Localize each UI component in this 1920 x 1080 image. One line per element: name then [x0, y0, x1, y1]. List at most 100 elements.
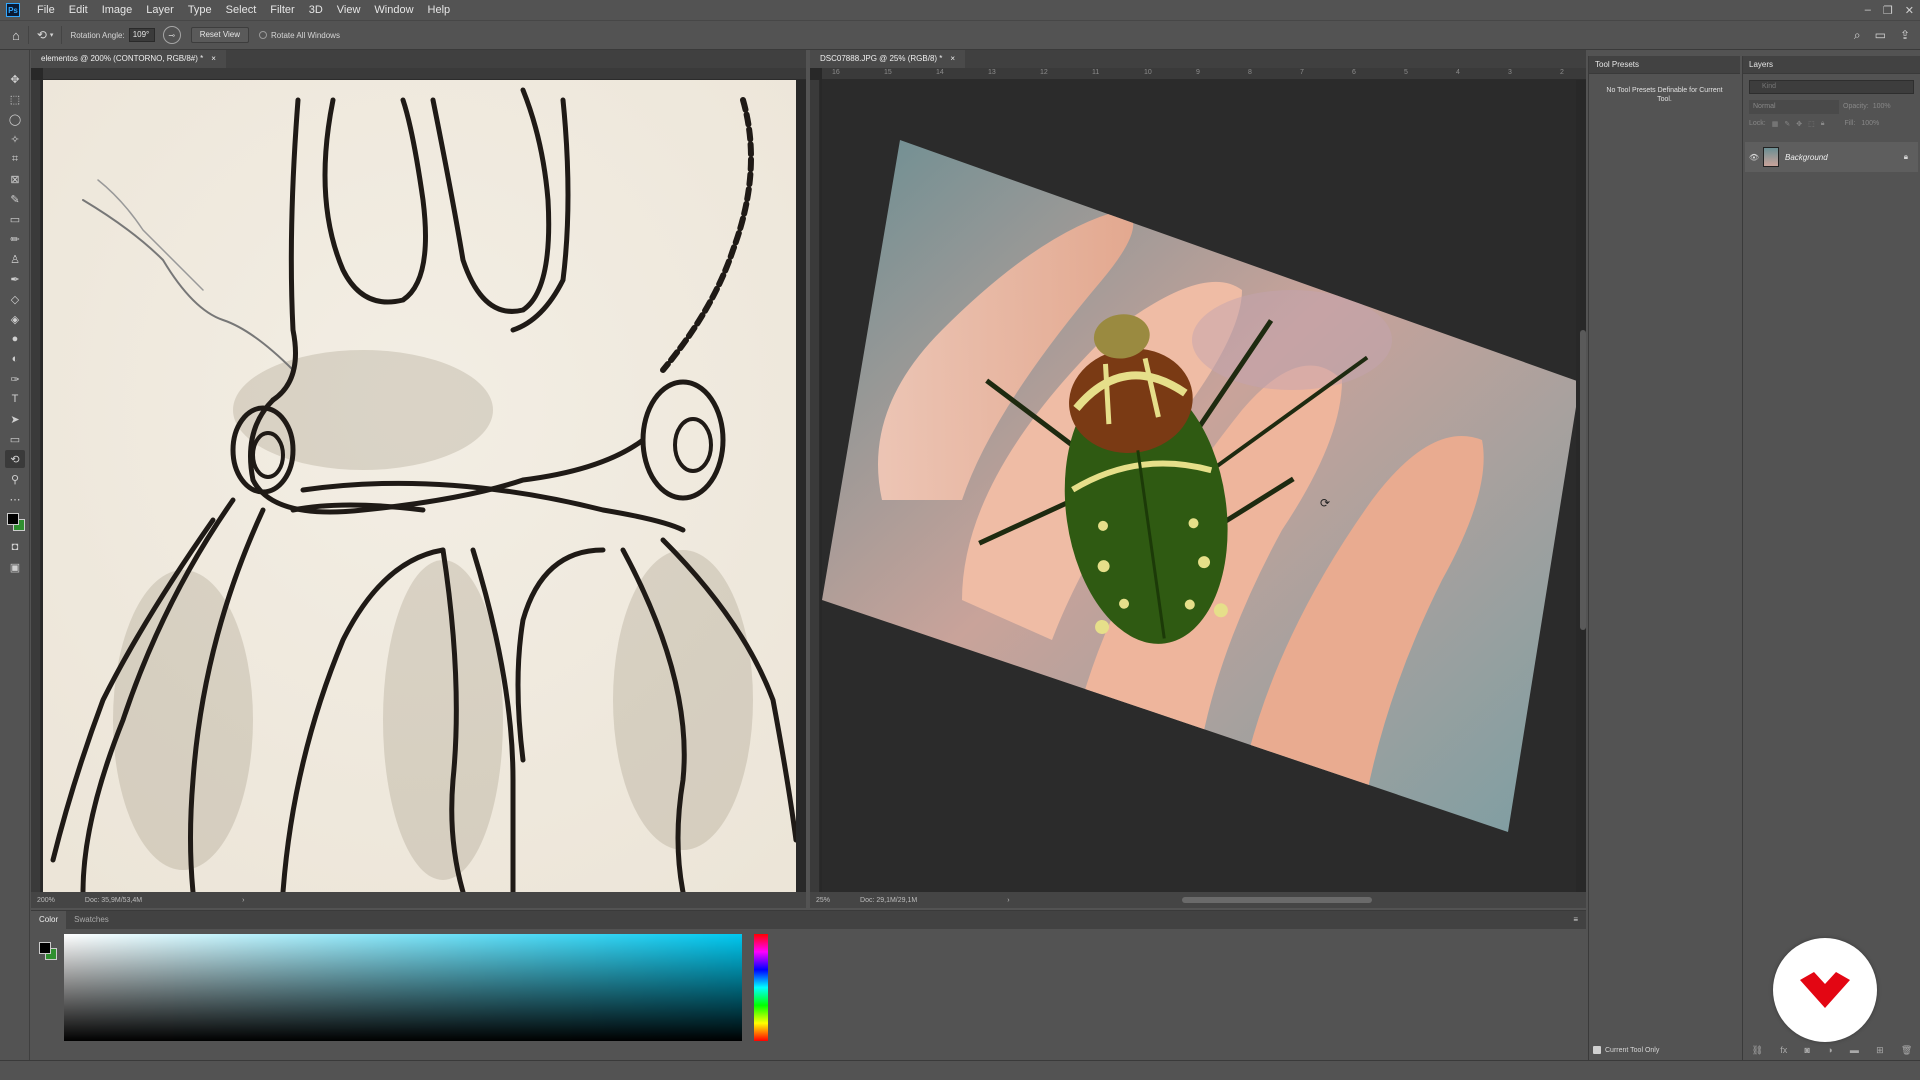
crop-tool-icon[interactable]: ⌗	[5, 150, 25, 168]
horizontal-scrollbar[interactable]	[1182, 897, 1372, 903]
sketch-canvas[interactable]	[43, 80, 796, 892]
color-field[interactable]	[64, 934, 742, 1041]
gradient-tool-icon[interactable]: ◈	[5, 310, 25, 328]
blur-tool-icon[interactable]: ●	[5, 330, 25, 348]
link-icon[interactable]: ⛓	[1752, 1045, 1763, 1056]
color-fg-bg-icon[interactable]	[37, 939, 59, 963]
tab-color[interactable]: Color	[31, 911, 67, 929]
rotate-all-windows-checkbox[interactable]: Rotate All Windows	[259, 31, 340, 40]
foreground-color-swatch[interactable]	[7, 513, 19, 525]
chevron-right-icon[interactable]: ›	[1007, 897, 1009, 904]
close-icon[interactable]: ×	[950, 50, 955, 68]
close-icon[interactable]: ×	[211, 50, 216, 68]
rectangle-tool-icon[interactable]: ▭	[5, 430, 25, 448]
layer-row-background[interactable]: 👁︎ Background 🔒︎	[1745, 142, 1918, 172]
fill-value[interactable]: 100%	[1861, 120, 1879, 128]
mask-icon[interactable]: ◙	[1805, 1045, 1810, 1056]
fx-icon[interactable]: fx	[1780, 1045, 1787, 1056]
lock-paint-icon[interactable]: ✎	[1784, 120, 1790, 128]
magic-wand-icon[interactable]: ✧	[5, 130, 25, 148]
vertical-scrollbar[interactable]	[1580, 330, 1586, 630]
rotation-dial[interactable]: ⊸	[162, 26, 181, 44]
screen-mode-icon[interactable]: ▣	[5, 558, 25, 576]
menu-filter[interactable]: Filter	[263, 4, 301, 16]
blend-mode-select[interactable]: Normal	[1749, 100, 1839, 114]
zoom-level[interactable]: 200%	[37, 897, 55, 904]
more-tools-icon[interactable]: ⋯	[5, 490, 25, 508]
color-swatches[interactable]	[5, 510, 27, 534]
tab-elementos[interactable]: elementos @ 200% (CONTORNO, RGB/8#) * ×	[31, 50, 226, 68]
ruler-label: 5	[1404, 69, 1408, 76]
tab-tool-presets[interactable]: Tool Presets	[1589, 56, 1740, 74]
adjustment-icon[interactable]: ◑	[1827, 1045, 1832, 1056]
new-layer-icon[interactable]: ⊞	[1876, 1045, 1884, 1056]
menu-window[interactable]: Window	[367, 4, 420, 16]
menu-view[interactable]: View	[330, 4, 368, 16]
rotation-angle-label: Rotation Angle:	[70, 30, 125, 40]
rotate-view-tool-preset-icon[interactable]: ⟲	[37, 28, 47, 42]
dodge-tool-icon[interactable]: ◐	[5, 350, 25, 368]
menu-help[interactable]: Help	[421, 4, 458, 16]
foreground-color-swatch[interactable]	[39, 942, 51, 954]
folder-icon[interactable]: ▬	[1850, 1045, 1859, 1056]
menu-file[interactable]: File	[30, 4, 62, 16]
tool-presets-message: No Tool Presets Definable for Current To…	[1606, 87, 1723, 103]
hue-slider[interactable]	[754, 934, 768, 1041]
eye-icon[interactable]: 👁︎	[1745, 153, 1763, 162]
panel-menu-icon[interactable]: ≡	[1573, 911, 1578, 929]
home-icon[interactable]: ⌂	[12, 28, 20, 43]
restore-button[interactable]: ❐	[1883, 4, 1893, 17]
brand-mark-icon	[1800, 972, 1850, 1008]
current-tool-only-checkbox[interactable]: Current Tool Only	[1593, 1046, 1659, 1054]
photo-canvas[interactable]: ⟳	[822, 80, 1576, 892]
lock-position-icon[interactable]: ✥	[1796, 120, 1802, 128]
lock-pixels-icon[interactable]: ▦	[1772, 120, 1779, 128]
opacity-value[interactable]: 100%	[1873, 100, 1891, 114]
frame-tool-icon[interactable]: ⊠	[5, 170, 25, 188]
layer-name[interactable]: Background	[1785, 153, 1828, 162]
reset-view-button[interactable]: Reset View	[190, 27, 250, 43]
lock-row: Lock: ▦ ✎ ✥ ⬚ 🔒︎ Fill: 100%	[1749, 120, 1914, 128]
menu-type[interactable]: Type	[181, 4, 219, 16]
layer-filter-input[interactable]: Kind	[1749, 80, 1914, 94]
tab-dsc07888[interactable]: DSC07888.JPG @ 25% (RGB/8) * ×	[810, 50, 966, 68]
clone-stamp-icon[interactable]: ♙	[5, 250, 25, 268]
tab-swatches[interactable]: Swatches	[66, 911, 117, 929]
spot-healing-icon[interactable]: ▭	[5, 210, 25, 228]
trash-icon[interactable]: 🗑︎	[1901, 1045, 1912, 1056]
chevron-down-icon[interactable]: ▾	[50, 31, 54, 39]
rotation-angle-input[interactable]: 109°	[128, 28, 155, 42]
search-icon[interactable]: ⌕	[1854, 28, 1861, 43]
zoom-level[interactable]: 25%	[816, 897, 830, 904]
menu-layer[interactable]: Layer	[139, 4, 181, 16]
photoshop-logo[interactable]: Ps	[6, 3, 20, 17]
menu-select[interactable]: Select	[219, 4, 264, 16]
menu-image[interactable]: Image	[95, 4, 140, 16]
move-tool-icon[interactable]: ✥	[5, 70, 25, 88]
minimize-button[interactable]: –	[1865, 4, 1871, 16]
close-button[interactable]: ✕	[1905, 4, 1914, 17]
lasso-tool-icon[interactable]: ◯	[5, 110, 25, 128]
eyedropper-icon[interactable]: ✎	[5, 190, 25, 208]
menu-edit[interactable]: Edit	[62, 4, 95, 16]
lock-all-icon[interactable]: 🔒︎	[1821, 120, 1825, 128]
marquee-tool-icon[interactable]: ⬚	[5, 90, 25, 108]
workspace-icon[interactable]: ▭	[1875, 28, 1886, 42]
type-tool-icon[interactable]: T	[5, 390, 25, 408]
history-brush-icon[interactable]: ✒	[5, 270, 25, 288]
menu-3d[interactable]: 3D	[302, 4, 330, 16]
pen-tool-icon[interactable]: ✑	[5, 370, 25, 388]
tab-layers[interactable]: Layers	[1743, 56, 1920, 74]
lock-label: Lock:	[1749, 120, 1766, 127]
share-icon[interactable]: ⇪	[1900, 28, 1910, 42]
zoom-tool-icon[interactable]: ⚲	[5, 470, 25, 488]
layers-footer: ⛓ fx ◙ ◑ ▬ ⊞ 🗑︎	[1743, 1045, 1920, 1056]
quick-mask-icon[interactable]: ◘	[5, 538, 25, 556]
eraser-icon[interactable]: ◇	[5, 290, 25, 308]
chevron-right-icon[interactable]: ›	[242, 897, 244, 904]
path-selection-icon[interactable]: ➤	[5, 410, 25, 428]
brush-tool-icon[interactable]: ✏	[5, 230, 25, 248]
lock-artboard-icon[interactable]: ⬚	[1808, 120, 1815, 128]
rotate-view-icon[interactable]: ⟲	[5, 450, 25, 468]
toolbar: ✥ ⬚ ◯ ✧ ⌗ ⊠ ✎ ▭ ✏ ♙ ✒ ◇ ◈ ● ◐ ✑ T ➤ ▭ ⟲ …	[0, 50, 30, 1060]
